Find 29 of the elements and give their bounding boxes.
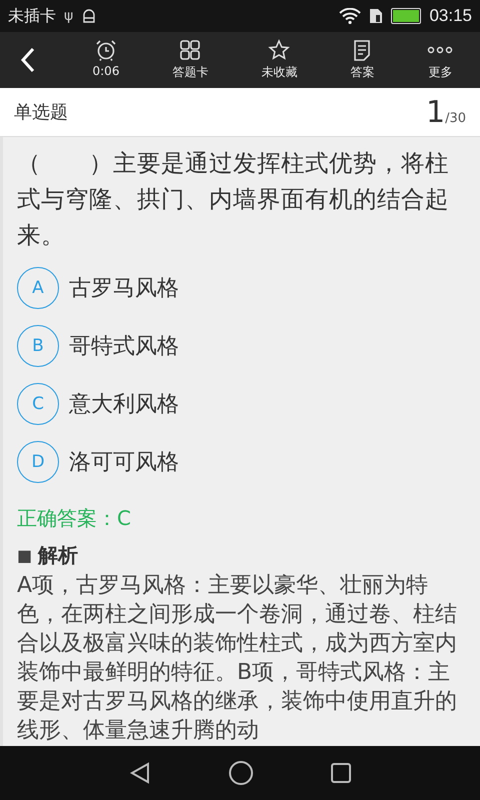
back-icon[interactable] [20, 47, 36, 73]
toolbar-button[interactable]: 答题卡 [172, 39, 208, 81]
clock-text: 03:15 [429, 6, 472, 26]
grid-icon [179, 39, 202, 61]
back-icon[interactable] [128, 761, 152, 785]
toolbar-button[interactable]: 更多 [427, 39, 454, 81]
home-icon[interactable] [228, 760, 254, 786]
toolbar-button[interactable]: 答案 [350, 39, 374, 81]
question-counter: 1/30 [426, 94, 466, 130]
toolbar-button[interactable]: 未收藏 [261, 39, 298, 81]
question-type: 单选题 [14, 101, 68, 124]
analysis-text: A项，古罗马风格：主要以豪华、壮丽为特色，在两柱之间形成一个卷洞，通过卷、柱结合以及极富兴味的装饰性柱式，成为西方室内装饰中最鲜明的特征。B项，哥特式风格：主要是对古罗马风格的继承，装饰中使用直升的线形、体量急速升腾的动 [17, 572, 458, 745]
correct-answer: 正确答案：C [17, 505, 132, 532]
star-icon [268, 39, 290, 61]
analysis-title: 解析 [38, 542, 78, 569]
square-icon: ■ [17, 546, 32, 565]
battery-icon [391, 8, 422, 24]
answer-option[interactable]: A 古罗马风格 [17, 259, 179, 317]
toolbar-button[interactable]: 0:06 [92, 39, 120, 81]
answer-option[interactable]: D 洛可可风格 [17, 433, 179, 491]
question-text: （ ）主要是通过发挥柱式优势，将柱式与穹隆、拱门、内墙界面有机的结合起来。 [17, 148, 450, 251]
sim-icon [369, 8, 384, 24]
answer-option[interactable]: B 哥特式风格 [17, 317, 179, 375]
carrier-text: 未插卡 [8, 6, 56, 26]
recents-icon[interactable] [330, 762, 352, 784]
usb-icon: ψ [64, 8, 74, 24]
answer-option[interactable]: C 意大利风格 [17, 375, 179, 433]
alarm-clock-icon [94, 39, 117, 61]
wifi-icon [339, 8, 362, 24]
